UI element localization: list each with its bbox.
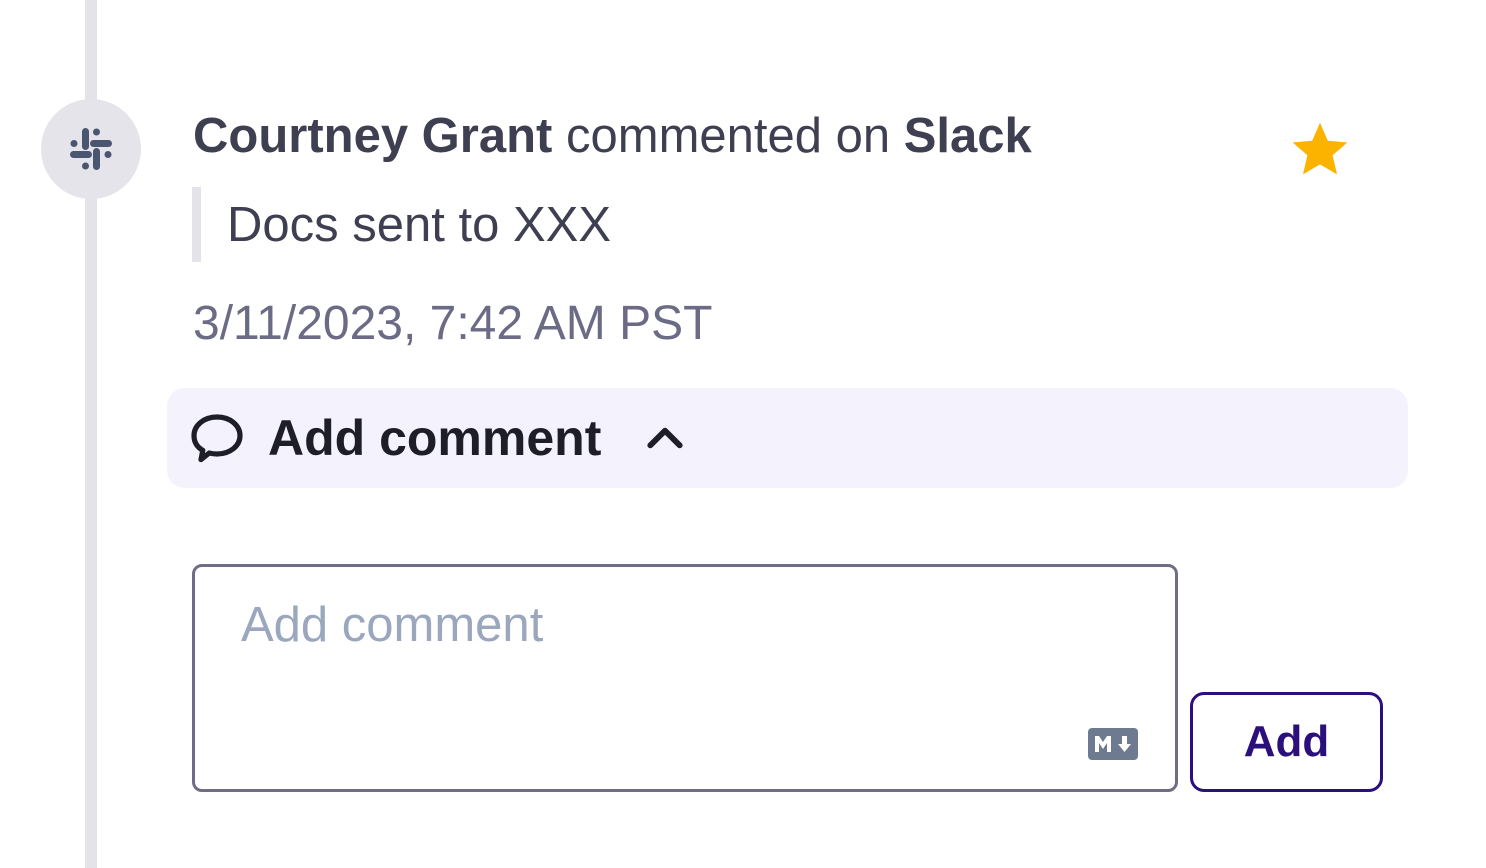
author-name: Courtney Grant xyxy=(193,109,553,163)
activity-action: commented on xyxy=(566,109,891,163)
activity-timestamp: 3/11/2023, 7:42 AM PST xyxy=(193,297,713,350)
add-comment-button[interactable]: Add xyxy=(1190,692,1383,792)
chevron-up-icon xyxy=(647,427,683,449)
star-shape xyxy=(1292,122,1348,175)
source-name: Slack xyxy=(903,109,1032,163)
slack-icon xyxy=(70,128,112,170)
quote-text: Docs sent to XXX xyxy=(227,197,612,252)
chat-bubble-icon xyxy=(191,414,243,463)
activity-headline: Courtney Grant commented on Slack xyxy=(193,106,1032,166)
markdown-icon xyxy=(1088,728,1138,760)
comment-input[interactable] xyxy=(195,567,1175,789)
comment-input-box xyxy=(192,564,1178,792)
slack-source-avatar xyxy=(41,99,141,199)
add-comment-toggle[interactable]: Add comment xyxy=(167,388,1408,488)
star-icon[interactable] xyxy=(1288,118,1352,182)
comment-quote: Docs sent to XXX xyxy=(192,187,611,262)
activity-timeline: Courtney Grant commented on Slack Docs s… xyxy=(0,0,1486,868)
add-comment-toggle-label: Add comment xyxy=(268,410,602,466)
